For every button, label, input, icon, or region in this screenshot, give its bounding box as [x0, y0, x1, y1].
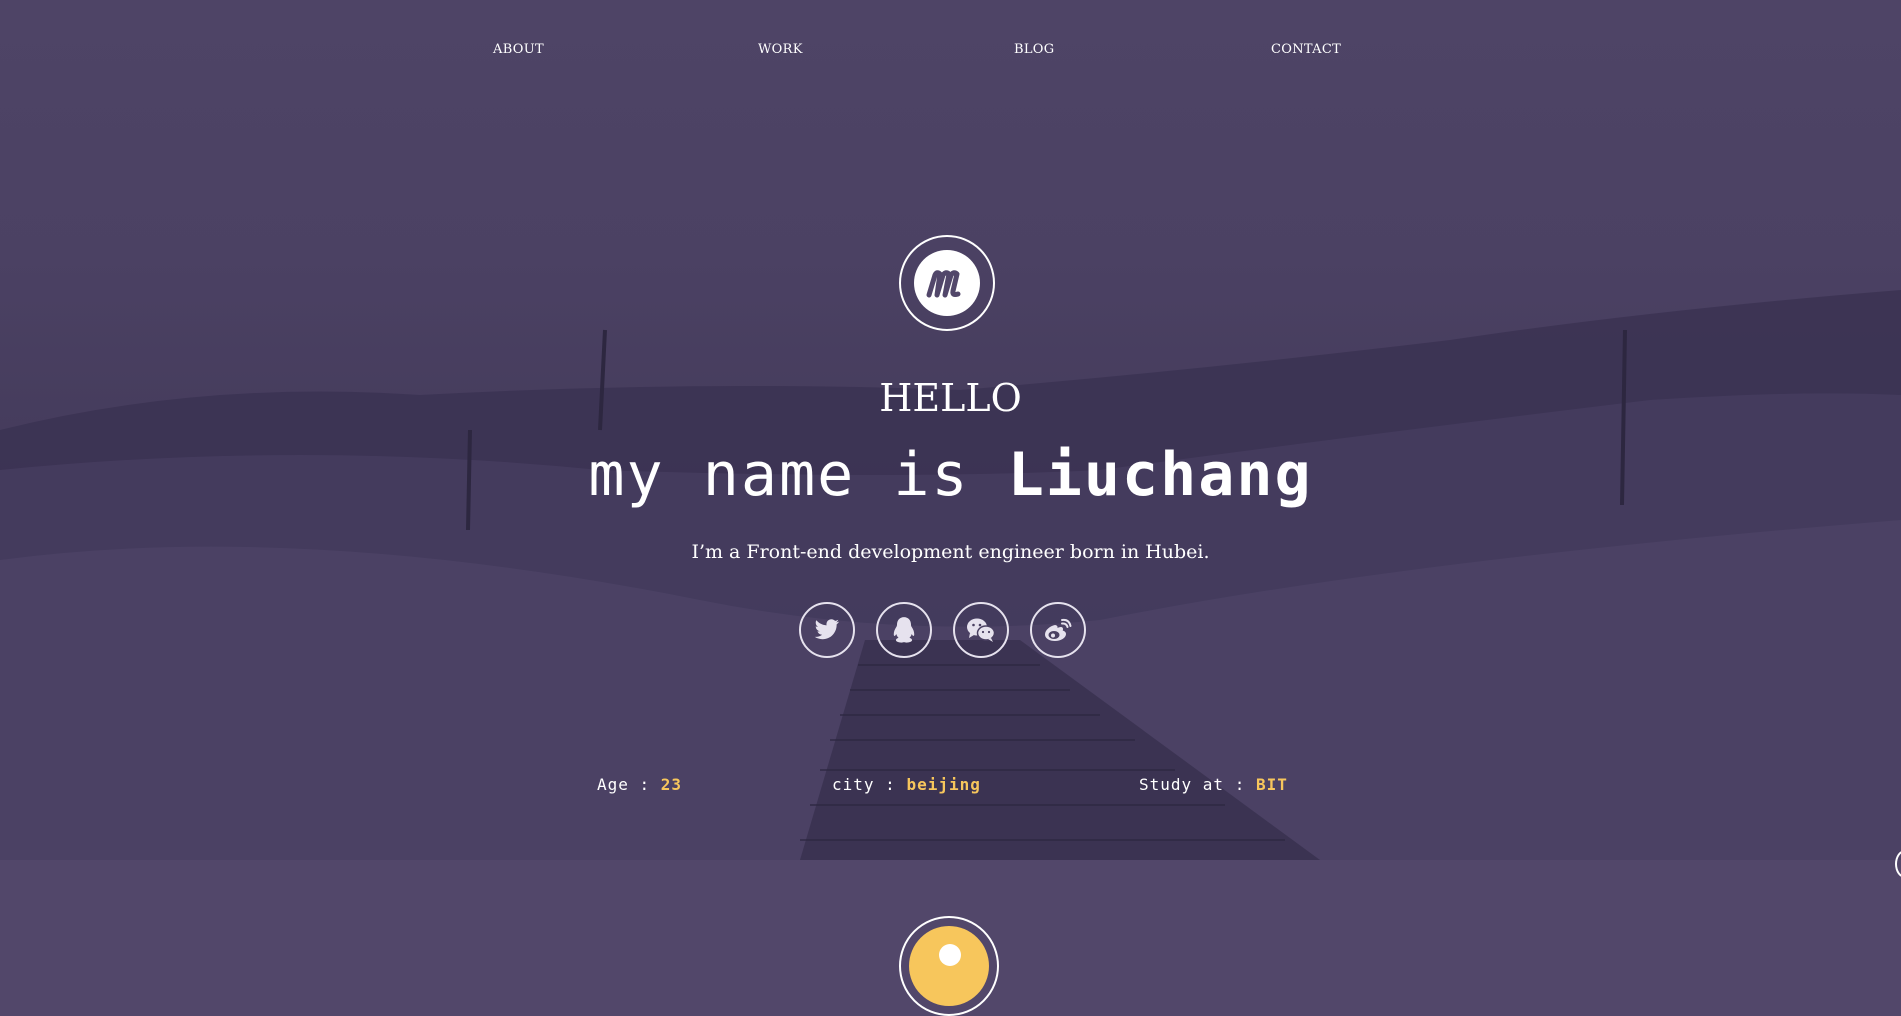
nav-item-about[interactable]: ABOUT [493, 42, 544, 57]
site-logo[interactable] [899, 235, 995, 331]
age-label: Age : [597, 775, 661, 794]
greeting-text: HELLO [879, 376, 1022, 420]
study-info: Study at : BIT [1139, 775, 1288, 794]
city-info: city : beijing [832, 775, 981, 794]
city-value: beijing [906, 775, 981, 794]
twitter-icon [814, 619, 839, 640]
age-value: 23 [660, 775, 683, 794]
wechat-link[interactable] [953, 602, 1009, 658]
hero-section: ABOUT WORK BLOG CONTACT HELLO my name is… [0, 0, 1901, 860]
qq-link[interactable] [876, 602, 932, 658]
section-badge-fill [909, 926, 989, 1006]
weibo-icon [1045, 618, 1072, 641]
section-badge [899, 916, 999, 1016]
nav-item-blog[interactable]: BLOG [1014, 42, 1054, 57]
main-navigation: ABOUT WORK BLOG CONTACT [0, 42, 1901, 62]
background-landscape-image [0, 290, 1901, 860]
badge-dot-icon [939, 944, 961, 966]
headline: my name is Liuchang [0, 440, 1901, 510]
weibo-link[interactable] [1030, 602, 1086, 658]
logo-m-icon [926, 270, 961, 298]
nav-item-contact[interactable]: CONTACT [1271, 42, 1341, 57]
qq-icon [893, 617, 915, 643]
city-label: city : [832, 775, 907, 794]
age-info: Age : 23 [597, 775, 682, 794]
study-label: Study at : [1139, 775, 1256, 794]
twitter-link[interactable] [799, 602, 855, 658]
logo-badge [914, 250, 980, 316]
study-value: BIT [1255, 775, 1288, 794]
nav-item-work[interactable]: WORK [758, 42, 803, 57]
headline-name: Liuchang [1007, 440, 1313, 510]
wechat-icon [967, 618, 996, 642]
headline-prefix: my name is [588, 440, 1008, 510]
tagline-text: I’m a Front-end development engineer bor… [691, 541, 1210, 563]
